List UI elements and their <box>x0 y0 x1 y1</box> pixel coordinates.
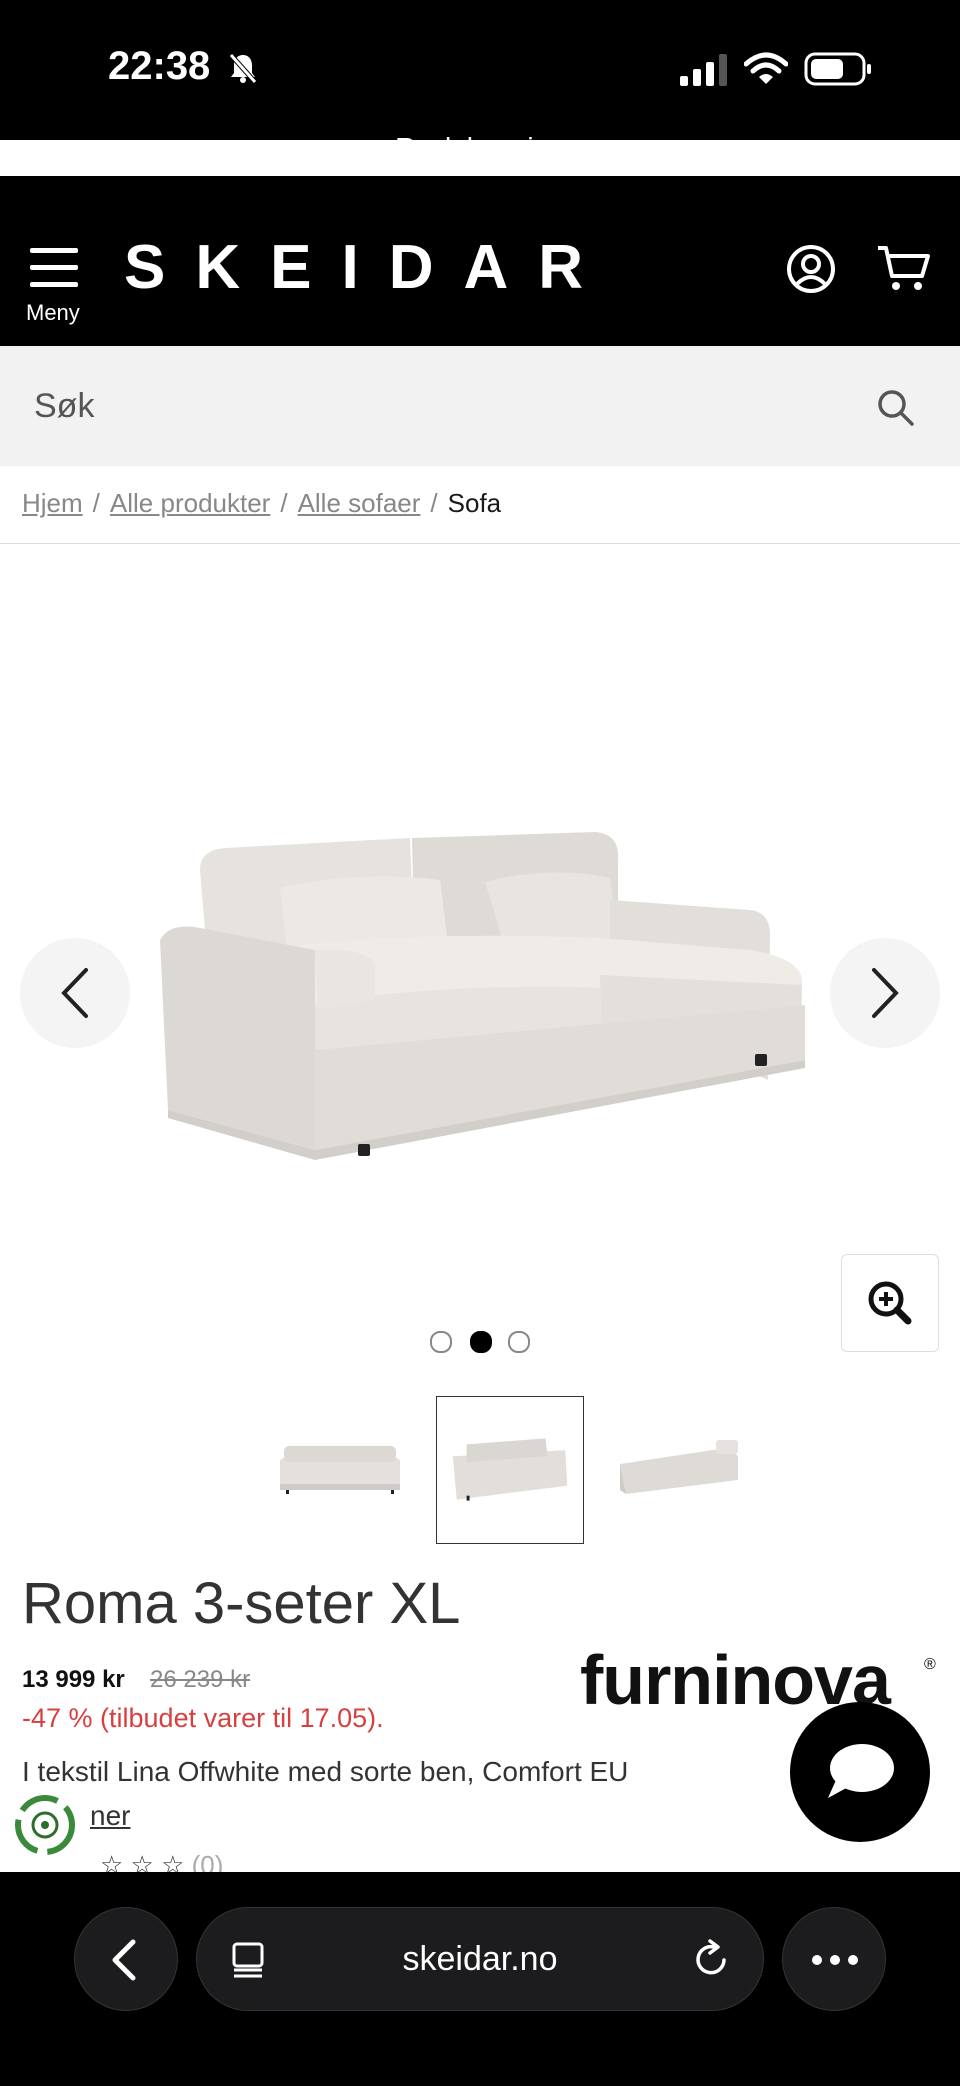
gallery-next-button[interactable] <box>830 938 940 1048</box>
product-title: Roma 3-seter XL <box>22 1571 461 1636</box>
menu-label[interactable]: Meny <box>26 300 80 326</box>
chevron-left-icon <box>61 968 88 1018</box>
thumbnail-image <box>620 1440 738 1494</box>
divider <box>0 543 960 544</box>
more-icon <box>812 1955 858 1965</box>
breadcrumb-all-sofas[interactable]: Alle sofaer <box>298 488 421 518</box>
announcement-text: Rask levering <box>395 132 565 163</box>
chevron-right-icon <box>872 968 899 1018</box>
browser-more-button[interactable] <box>782 1907 886 2011</box>
browser-back-button[interactable] <box>74 1907 178 2011</box>
account-icon[interactable] <box>786 244 836 294</box>
chat-bubble-icon <box>828 1744 894 1798</box>
eco-badge-icon[interactable] <box>14 1794 76 1856</box>
gallery-dot[interactable] <box>508 1331 530 1353</box>
product-old-price: 26 239 kr <box>150 1666 251 1693</box>
search-icon[interactable] <box>876 388 916 428</box>
bell-slash-icon <box>229 53 257 84</box>
browser-url-text[interactable]: skeidar.no <box>196 1940 764 1979</box>
chat-button[interactable] <box>790 1702 930 1842</box>
zoom-button[interactable] <box>841 1254 939 1352</box>
discount-text: -47 % (tilbudet varer til 17.05). <box>22 1703 384 1733</box>
product-description: I tekstil Lina Offwhite med sorte ben, C… <box>22 1756 629 1787</box>
thumbnail-image <box>280 1446 400 1494</box>
thumbnail-image <box>452 1438 568 1501</box>
breadcrumb-home[interactable]: Hjem <box>22 488 83 518</box>
breadcrumb-all-products[interactable]: Alle produkter <box>110 488 270 518</box>
breadcrumb-current: Sofa <box>447 488 502 518</box>
status-time: 22:38 <box>108 44 211 88</box>
product-image <box>160 832 805 1160</box>
thumbnail[interactable] <box>266 1396 414 1544</box>
zoom-in-icon <box>868 1281 912 1325</box>
search-input[interactable] <box>34 346 834 466</box>
gallery-prev-button[interactable] <box>20 938 130 1048</box>
signal-icon <box>680 54 727 86</box>
gallery-dot-active[interactable] <box>470 1331 492 1353</box>
menu-button[interactable] <box>28 246 80 290</box>
battery-icon <box>804 52 871 86</box>
reload-icon[interactable] <box>692 1938 732 1980</box>
product-link[interactable]: ner <box>90 1800 130 1832</box>
gallery-dot[interactable] <box>430 1331 452 1353</box>
brand-logo[interactable]: SKEIDAR <box>124 232 613 303</box>
breadcrumb: Hjem / Alle produkter / Alle sofaer / Sofa <box>22 488 502 518</box>
product-price: 13 999 kr <box>22 1666 125 1693</box>
thumbnail[interactable] <box>606 1396 754 1544</box>
thumbnail-active[interactable] <box>436 1396 584 1544</box>
wifi-icon <box>744 52 788 84</box>
cart-icon[interactable] <box>876 244 932 294</box>
chevron-left-icon <box>112 1939 136 1981</box>
hamburger-icon <box>30 248 78 287</box>
registered-mark: ® <box>924 1656 936 1673</box>
